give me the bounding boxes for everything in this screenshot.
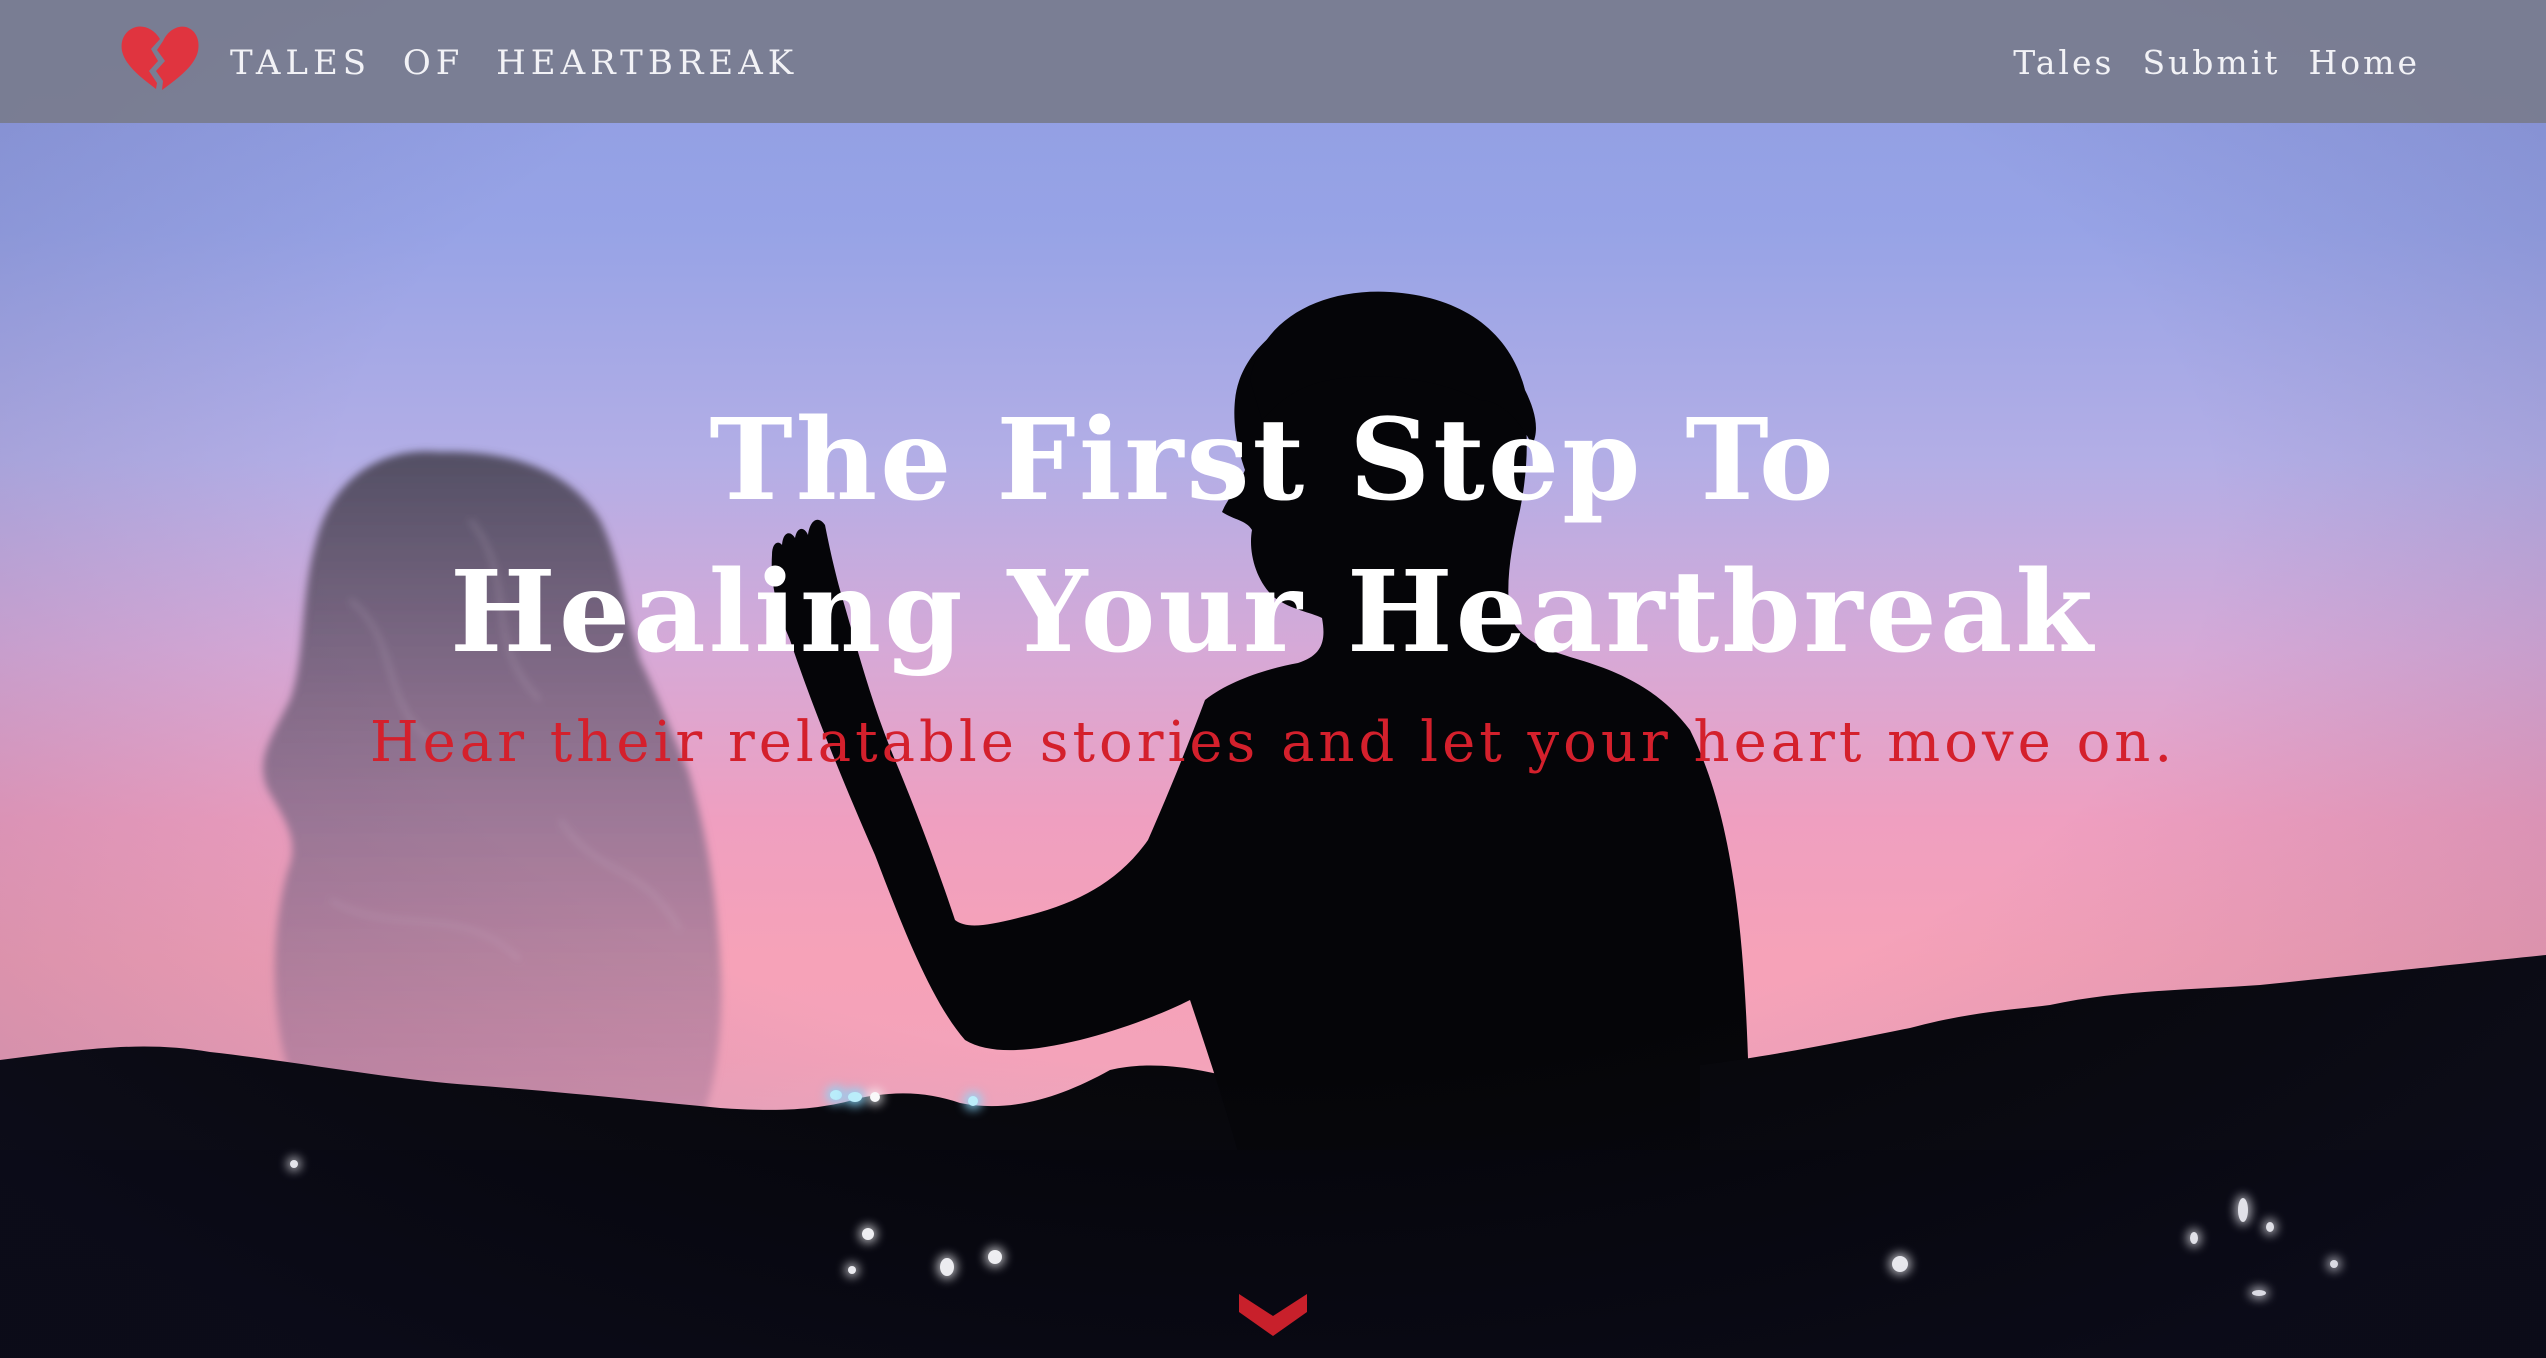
city-light xyxy=(830,1090,842,1100)
hero-content: The First Step To Healing Your Heartbrea… xyxy=(0,385,2546,776)
city-light xyxy=(290,1160,298,1168)
city-light xyxy=(2266,1222,2274,1232)
chevron-down-icon xyxy=(1239,1294,1307,1336)
main-nav: Tales Submit Home xyxy=(2013,46,2420,79)
nav-link-submit[interactable]: Submit xyxy=(2142,46,2280,79)
city-light xyxy=(1892,1256,1908,1272)
brand-name: TALES OF HEARTBREAK xyxy=(230,43,799,83)
hero-headline: The First Step To Healing Your Heartbrea… xyxy=(0,385,2546,689)
city-light xyxy=(2190,1232,2198,1244)
city-light xyxy=(968,1096,978,1106)
hero-headline-line-2: Healing Your Heartbreak xyxy=(450,547,2096,678)
hero-headline-line-1: The First Step To xyxy=(709,395,1837,526)
top-navbar: TALES OF HEARTBREAK Tales Submit Home xyxy=(0,0,2546,123)
city-light xyxy=(2238,1198,2248,1222)
city-light xyxy=(848,1266,856,1274)
city-light xyxy=(988,1250,1002,1264)
city-light xyxy=(940,1258,954,1276)
scroll-down-button[interactable] xyxy=(1239,1292,1307,1338)
brand-link[interactable]: TALES OF HEARTBREAK xyxy=(120,18,798,98)
city-light xyxy=(2330,1260,2338,1268)
hero-subtitle: Hear their relatable stories and let you… xyxy=(369,710,2177,775)
city-light xyxy=(870,1092,880,1102)
city-light xyxy=(848,1092,862,1102)
city-light xyxy=(862,1228,874,1240)
nav-link-home[interactable]: Home xyxy=(2309,46,2420,79)
broken-heart-icon xyxy=(121,26,199,90)
nav-link-tales[interactable]: Tales xyxy=(2013,46,2114,79)
city-light xyxy=(2252,1290,2266,1296)
